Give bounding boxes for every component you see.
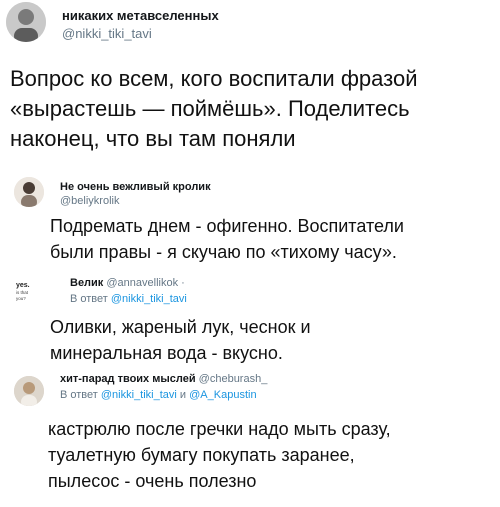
reply-mention-link[interactable]: @nikki_tiki_tavi — [101, 389, 177, 401]
author-name[interactable]: хит-парад твоих мыслей @cheburash_ — [60, 373, 267, 385]
reply-mention-link[interactable]: @A_Kapustin — [189, 389, 256, 401]
author-handle: @cheburash_ — [198, 373, 268, 385]
tweet-text-line: наконец, что вы там поняли — [10, 126, 296, 151]
author-display-name: Велик — [70, 277, 104, 289]
reply-tweet: хит-парад твоих мыслей @cheburash_ В отв… — [0, 368, 500, 507]
reply-prefix: В ответ — [70, 293, 108, 305]
author-name[interactable]: Велик @annavellikok · — [70, 277, 185, 289]
tweet-text-line: Оливки, жареный лук, чеснок и — [50, 317, 311, 337]
reply-context: В ответ @nikki_tiki_tavi — [70, 293, 187, 305]
reply-mention-link[interactable]: @nikki_tiki_tavi — [111, 293, 187, 305]
svg-text:yes.: yes. — [16, 282, 30, 289]
svg-text:is that: is that — [16, 290, 29, 295]
avatar[interactable] — [14, 376, 44, 406]
author-handle: @annavellikok · — [106, 277, 185, 289]
avatar[interactable] — [14, 177, 44, 207]
tweet-text-line: минеральная вода - вкусно. — [50, 343, 283, 363]
tweet-text-line: туалетную бумагу покупать заранее, — [48, 445, 355, 465]
tweet-text-line: кастрюлю после гречки надо мыть сразу, — [48, 419, 391, 439]
tweet-text-line: пылесос - очень полезно — [48, 471, 257, 491]
reply-and: и — [179, 389, 187, 401]
tweet-text-line: «вырастешь — поймёшь». Поделитесь — [10, 96, 410, 121]
reply-prefix: В ответ — [60, 389, 98, 401]
tweet-text-line: Подремать днем - офигенно. Воспитатели — [50, 216, 404, 236]
reply-tweet: Не очень вежливый кролик @beliykrolik По… — [0, 172, 500, 264]
tweet-text-line: Вопрос ко всем, кого воспитали фразой — [10, 66, 418, 91]
svg-text:you?: you? — [16, 296, 26, 301]
tweet-text-line: были правы - я скучаю по «тихому часу». — [50, 242, 397, 262]
reply-context: В ответ @nikki_tiki_tavi и @A_Kapustin — [60, 389, 257, 401]
author-name[interactable]: никаких метавселенных — [62, 8, 219, 23]
author-display-name: хит-парад твоих мыслей — [60, 373, 196, 385]
author-handle[interactable]: @beliykrolik — [60, 195, 119, 207]
avatar[interactable] — [6, 2, 46, 42]
author-handle[interactable]: @nikki_tiki_tavi — [62, 26, 152, 41]
reply-tweet: yes. is that you? Велик @annavellikok · … — [0, 272, 500, 364]
author-name[interactable]: Не очень вежливый кролик — [60, 181, 211, 193]
tweet-original: никаких метавселенных @nikki_tiki_tavi В… — [0, 0, 500, 170]
avatar[interactable]: yes. is that you? — [12, 277, 56, 305]
